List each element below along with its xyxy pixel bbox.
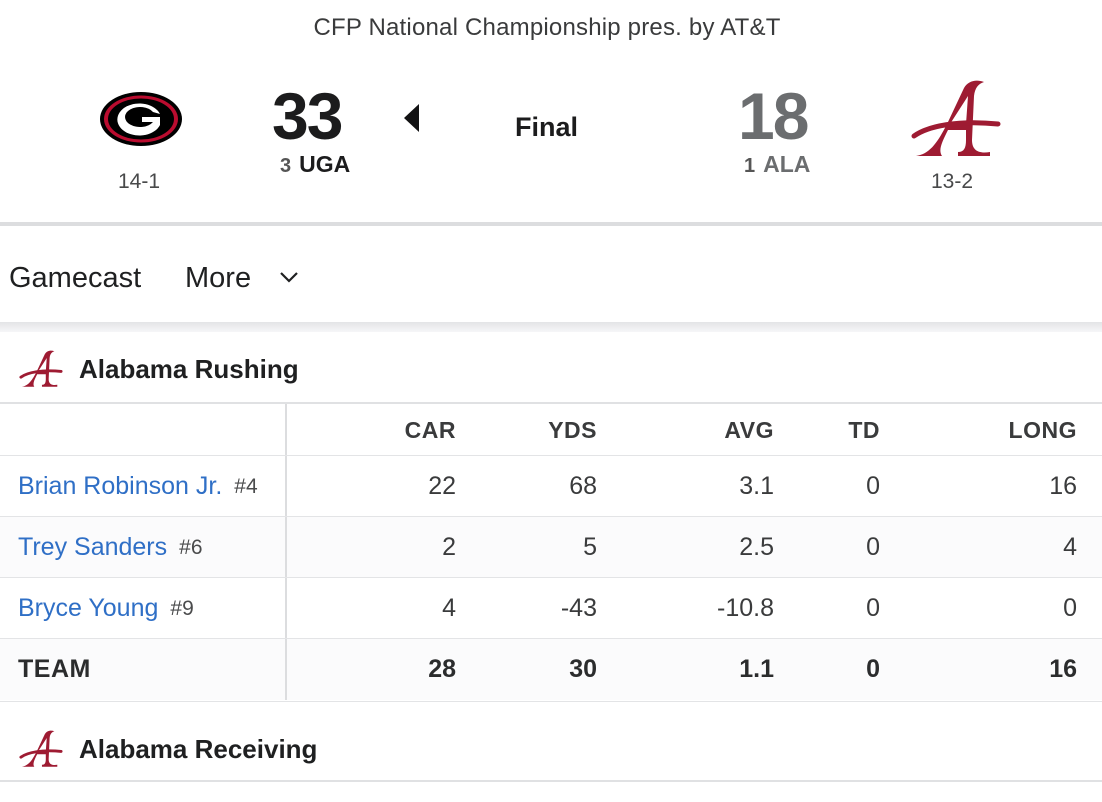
home-team-label: 3 UGA (280, 151, 350, 178)
table-row: Bryce Young #9 4 -43 -10.8 0 0 (0, 577, 1102, 639)
player-name-wrap: Trey Sanders #6 (18, 517, 203, 578)
stat-td: 0 (866, 533, 880, 561)
player-name-link[interactable]: Bryce Young (18, 594, 158, 623)
receiving-section-header: Alabama Receiving (0, 701, 1102, 774)
game-header: CFP National Championship pres. by AT&T … (0, 0, 1102, 222)
name-column-header (0, 404, 287, 456)
home-rank: 3 (280, 155, 292, 177)
stat-avg: 2.5 (739, 533, 774, 561)
away-team-label: 1 ALA (744, 151, 810, 178)
player-cell: Bryce Young #9 (0, 578, 287, 639)
column-header[interactable]: YDS (500, 404, 597, 456)
receiving-table-top (0, 780, 1102, 802)
stat-td: 0 (866, 594, 880, 622)
player-cell: Trey Sanders #6 (0, 517, 287, 578)
more-menu[interactable]: More (185, 262, 251, 295)
team-total-row: TEAM 28 30 1.1 0 16 (0, 638, 1102, 700)
alabama-logo-icon[interactable] (908, 76, 1004, 162)
stat-yds: -43 (560, 594, 597, 622)
stat-long: 16 (1049, 655, 1077, 683)
stat-yds: 30 (569, 655, 597, 683)
player-number: #4 (234, 474, 258, 498)
georgia-logo-icon[interactable] (98, 90, 184, 148)
team-cell: TEAM (0, 639, 287, 700)
stat-long: 0 (1063, 594, 1077, 622)
stat-avg: 1.1 (739, 655, 774, 683)
table-row: Brian Robinson Jr. #4 22 68 3.1 0 16 (0, 455, 1102, 517)
team-label: TEAM (18, 655, 91, 683)
column-header[interactable]: AVG (660, 404, 774, 456)
away-abbr: ALA (763, 151, 811, 177)
rushing-section-header: Alabama Rushing (0, 332, 1102, 404)
home-score: 33 (272, 79, 343, 153)
stat-long: 16 (1049, 472, 1077, 500)
stat-long: 4 (1063, 533, 1077, 561)
column-header[interactable]: TD (800, 404, 880, 456)
game-status: Final (515, 112, 579, 142)
away-score: 18 (738, 79, 809, 153)
away-record: 13-2 (931, 170, 974, 193)
player-cell: Brian Robinson Jr. #4 (0, 456, 287, 517)
section-title: Alabama Receiving (79, 734, 318, 764)
column-header[interactable]: CAR (360, 404, 456, 456)
column-header[interactable]: LONG (960, 404, 1077, 456)
stat-yds: 68 (569, 472, 597, 500)
player-number: #9 (170, 596, 194, 620)
stat-td: 0 (866, 472, 880, 500)
player-name-link[interactable]: Brian Robinson Jr. (18, 472, 222, 501)
stat-car: 4 (442, 594, 456, 622)
player-number: #6 (179, 535, 203, 559)
rushing-table: CAR YDS AVG TD LONG Brian Robinson Jr. #4… (0, 402, 1102, 700)
alabama-logo-icon (19, 730, 63, 767)
table-row: Trey Sanders #6 2 5 2.5 0 4 (0, 516, 1102, 578)
chevron-down-icon[interactable] (279, 270, 299, 284)
winner-arrow-icon (404, 104, 419, 132)
section-title: Alabama Rushing (79, 354, 299, 384)
stat-car: 2 (442, 533, 456, 561)
home-record: 14-1 (118, 170, 161, 193)
alabama-logo-icon (19, 350, 63, 387)
game-nav: Gamecast More (0, 226, 1102, 322)
player-name-wrap: Brian Robinson Jr. #4 (18, 456, 258, 517)
player-name-wrap: Bryce Young #9 (18, 578, 194, 639)
stat-td: 0 (866, 655, 880, 683)
stat-car: 22 (428, 472, 456, 500)
away-rank: 1 (744, 155, 756, 177)
home-abbr: UGA (299, 151, 351, 177)
tab-gamecast[interactable]: Gamecast (9, 262, 141, 295)
stat-avg: 3.1 (739, 472, 774, 500)
stat-avg: -10.8 (717, 594, 774, 622)
stat-car: 28 (428, 655, 456, 683)
event-title: CFP National Championship pres. by AT&T (313, 14, 781, 41)
player-name-link[interactable]: Trey Sanders (18, 533, 167, 562)
stat-yds: 5 (583, 533, 597, 561)
table-header-row: CAR YDS AVG TD LONG (0, 402, 1102, 456)
nav-shadow (0, 322, 1102, 332)
